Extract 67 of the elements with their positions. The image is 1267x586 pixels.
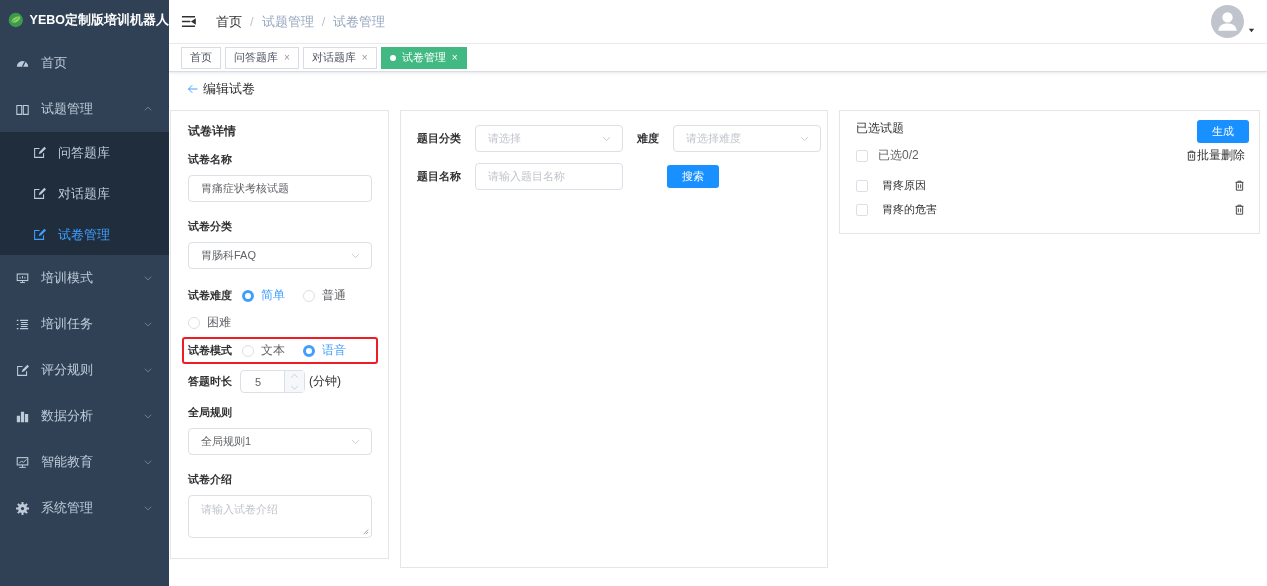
number-field[interactable]: 5: [240, 370, 305, 393]
field-label: 全局规则: [188, 406, 233, 420]
input-field[interactable]: 胃痛症状考核试题: [188, 175, 372, 202]
field-label: 试卷难度: [188, 288, 232, 303]
trash-icon[interactable]: [1234, 180, 1245, 191]
radio-option[interactable]: 文本: [242, 342, 285, 359]
sidebar-subitem[interactable]: 对话题库: [0, 173, 169, 214]
sidebar-subitem[interactable]: 问答题库: [0, 132, 169, 173]
edit-icon: [33, 228, 46, 241]
trash-icon[interactable]: [1234, 204, 1245, 215]
unit-label: (分钟): [309, 373, 341, 390]
list-icon: [16, 317, 29, 331]
select-field[interactable]: 胃肠科FAQ: [188, 242, 372, 269]
edit-icon: [33, 146, 46, 159]
caret-down-icon: [1248, 27, 1255, 34]
checkbox[interactable]: [856, 179, 868, 192]
sidebar-item[interactable]: 系统管理: [0, 485, 169, 531]
back-link[interactable]: 编辑试卷: [203, 79, 255, 98]
radio-button[interactable]: [242, 289, 254, 302]
monitor-chart-icon: [16, 455, 29, 469]
field-label: 试卷介绍: [188, 473, 233, 487]
edit-icon: [16, 363, 29, 377]
question-title: 胃疼原因: [882, 178, 927, 193]
sidebar-item[interactable]: 首页: [0, 40, 169, 86]
breadcrumb-item[interactable]: 首页: [216, 12, 242, 31]
back-arrow-icon: [187, 82, 199, 95]
field-label: 试卷分类: [188, 220, 233, 234]
radio-button[interactable]: [303, 344, 315, 357]
panel-title: 试卷详情: [188, 123, 237, 140]
sidebar-item[interactable]: 智能教育: [0, 439, 169, 485]
breadcrumb-item: 试卷管理: [333, 12, 386, 31]
sidebar-item[interactable]: 培训模式: [0, 255, 169, 301]
field-label: 答题时长: [188, 374, 232, 389]
checkbox[interactable]: [856, 149, 868, 162]
tag-tab[interactable]: 问答题库 ×: [225, 46, 299, 69]
menu-fold-icon: [181, 14, 196, 29]
field-label: 难度: [637, 131, 659, 146]
avatar-icon[interactable]: [1211, 5, 1244, 38]
sidebar-item[interactable]: 培训任务: [0, 301, 169, 347]
tag-tab[interactable]: 首页: [181, 46, 221, 69]
select-field[interactable]: 全局规则1: [188, 428, 372, 455]
field-label: 试卷模式: [188, 343, 232, 358]
field-label: 题目名称: [417, 169, 461, 184]
book-icon: [16, 102, 29, 116]
question-title: 胃疼的危害: [882, 202, 938, 217]
sidebar-item[interactable]: 评分规则: [0, 347, 169, 393]
app-title: YEBO定制版培训机器人: [29, 11, 169, 29]
bar-chart-icon: [16, 409, 29, 423]
field-label: 题目分类: [417, 131, 461, 146]
edit-icon: [33, 187, 46, 200]
batch-delete-link[interactable]: 批量删除: [1186, 147, 1245, 164]
breadcrumb-separator: /: [321, 14, 326, 29]
breadcrumb-separator: /: [250, 14, 254, 29]
radio-option[interactable]: 困难: [188, 314, 231, 331]
monitor-icon: [16, 271, 29, 285]
radio-option[interactable]: 普通: [303, 287, 346, 304]
sidebar-item[interactable]: 数据分析: [0, 393, 169, 439]
checkbox[interactable]: [856, 203, 868, 216]
selection-count: 已选0/2: [878, 147, 920, 164]
trash-icon: [1186, 150, 1197, 161]
field-label: 试卷名称: [188, 153, 233, 167]
sidebar-item[interactable]: 试题管理: [0, 86, 169, 132]
resize-handle-icon: [362, 528, 369, 535]
gear-icon: [16, 501, 29, 515]
sidebar-subitem[interactable]: 试卷管理: [0, 214, 169, 255]
panel-title: 已选试题: [856, 120, 904, 137]
tag-tab[interactable]: 对话题库 ×: [302, 46, 377, 69]
